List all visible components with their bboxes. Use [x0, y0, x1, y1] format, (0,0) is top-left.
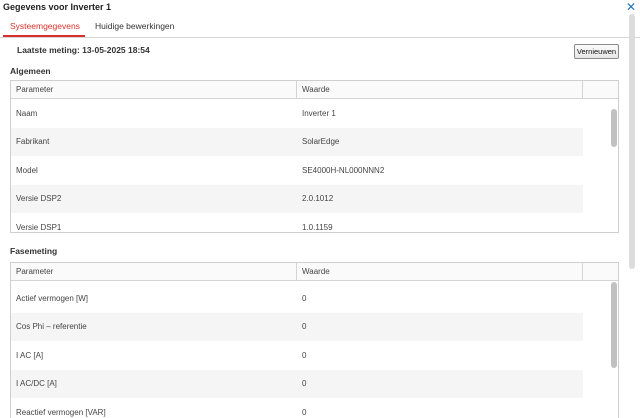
last-measurement: Laatste meting: 13-05-2025 18:54	[17, 45, 150, 55]
cell-parameter: Fabrikant	[16, 137, 50, 146]
cell-value: 0	[302, 294, 307, 303]
table-row: I AC/DC [A] 0	[11, 370, 583, 398]
cell-parameter: Reactief vermogen [VAR]	[16, 408, 106, 417]
table-row: Cos Phi – referentie 0	[11, 313, 583, 341]
general-table: Parameter Waarde Naam Inverter 1 Fabrika…	[10, 80, 619, 233]
cell-value: SE4000H-NL000NNN2	[302, 166, 385, 175]
column-header-value[interactable]: Waarde	[297, 81, 583, 99]
table-row: Fabrikant SolarEdge	[11, 128, 583, 156]
table-header: Parameter Waarde	[11, 263, 618, 281]
cell-parameter: Actief vermogen [W]	[16, 294, 89, 303]
cell-value: 0	[302, 408, 307, 417]
scroll-thumb[interactable]	[611, 109, 617, 147]
cell-value: 0	[302, 351, 307, 360]
column-header-spacer	[583, 263, 618, 281]
phase-table: Parameter Waarde Actief vermogen [W] 0 C…	[10, 262, 619, 418]
table-row: Naam Inverter 1	[11, 100, 583, 128]
cell-parameter: Versie DSP2	[16, 194, 62, 203]
section-title-general: Algemeen	[10, 66, 51, 76]
table-row: I AC [A] 0	[11, 342, 583, 370]
section-title-phase: Fasemeting	[10, 246, 58, 256]
dialog-title: Gegevens voor Inverter 1	[3, 2, 112, 12]
table-row: Actief vermogen [W] 0	[11, 285, 583, 313]
cell-value: 0	[302, 322, 307, 331]
table-header: Parameter Waarde	[11, 81, 618, 99]
table-scrollbar[interactable]	[610, 282, 618, 418]
cell-parameter: Naam	[16, 109, 38, 118]
column-header-parameter[interactable]: Parameter	[11, 81, 297, 99]
table-row: Model SE4000H-NL000NNN2	[11, 157, 583, 185]
column-header-spacer	[583, 81, 618, 99]
refresh-button[interactable]: Vernieuwen	[574, 44, 619, 59]
dialog-scroll-thumb[interactable]	[629, 14, 635, 269]
scroll-thumb[interactable]	[611, 282, 617, 368]
cell-parameter: Versie DSP1	[16, 223, 62, 232]
cell-value: Inverter 1	[302, 109, 336, 118]
table-row: Versie DSP2 2.0.1012	[11, 185, 583, 213]
table-scrollbar[interactable]	[610, 100, 618, 232]
cell-parameter: Cos Phi – referentie	[16, 322, 87, 331]
cell-value: 1.0.1159	[302, 223, 333, 232]
tab-bar: Systeemgegevens Huidige bewerkingen	[0, 18, 640, 38]
cell-parameter: Model	[16, 166, 38, 175]
table-row: Reactief vermogen [VAR] 0	[11, 399, 583, 418]
cell-parameter: I AC [A]	[16, 351, 44, 360]
cell-value: 0	[302, 379, 307, 388]
title-bar: Gegevens voor Inverter 1 ✕	[0, 0, 640, 14]
cell-value: 2.0.1012	[302, 194, 334, 203]
tab-huidige-bewerkingen[interactable]: Huidige bewerkingen	[95, 21, 174, 31]
cell-value: SolarEdge	[302, 137, 340, 146]
column-header-parameter[interactable]: Parameter	[11, 263, 297, 281]
table-row: Versie DSP1 1.0.1159	[11, 214, 583, 232]
cell-parameter: I AC/DC [A]	[16, 379, 57, 388]
active-tab-indicator	[3, 35, 85, 37]
column-header-value[interactable]: Waarde	[297, 263, 583, 281]
dialog-scrollbar[interactable]	[627, 0, 637, 418]
tab-systeemgegevens[interactable]: Systeemgegevens	[10, 21, 80, 31]
